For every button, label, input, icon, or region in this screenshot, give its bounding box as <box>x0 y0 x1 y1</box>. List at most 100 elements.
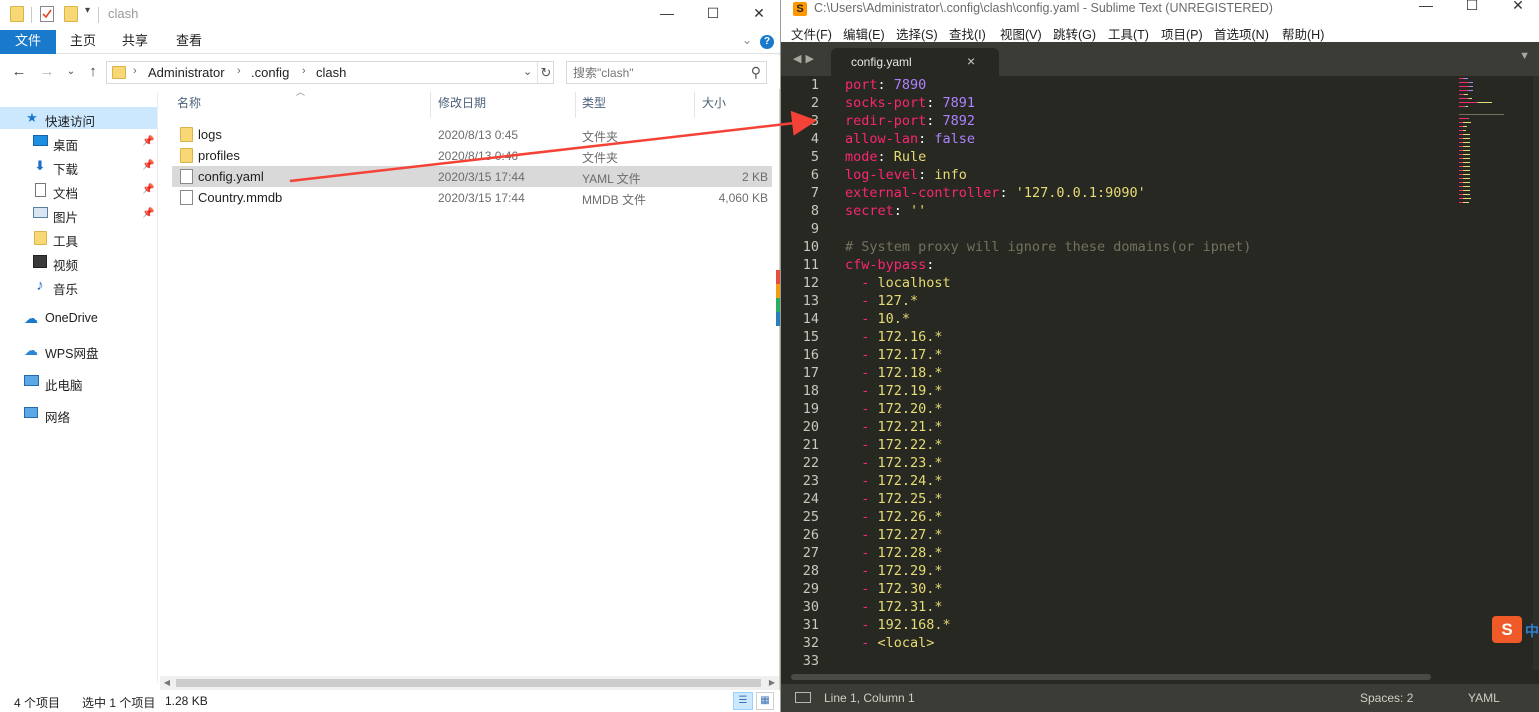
breadcrumb-config[interactable]: .config <box>251 65 289 80</box>
tab-share[interactable]: 共享 <box>108 30 162 54</box>
code-line[interactable]: - 172.23.* <box>845 455 942 471</box>
forward-icon[interactable]: → <box>38 63 56 80</box>
code-line[interactable]: allow-lan: false <box>845 131 975 147</box>
tab-scroll-icon[interactable]: ◀▶ <box>793 52 818 65</box>
column-divider[interactable] <box>694 92 695 118</box>
code-line[interactable]: - 172.16.* <box>845 329 942 345</box>
properties-icon[interactable] <box>40 6 54 22</box>
tab-view[interactable]: 查看 <box>162 30 216 54</box>
panel-toggle-icon[interactable] <box>795 692 811 703</box>
code-line[interactable]: - 172.17.* <box>845 347 942 363</box>
code-line[interactable]: port: 7890 <box>845 77 926 93</box>
pin-icon[interactable]: 📌 <box>142 160 154 171</box>
sidebar-item-desktop[interactable]: 桌面 📌 <box>0 131 157 153</box>
new-folder-icon[interactable] <box>64 6 78 22</box>
sidebar-item-music[interactable]: ♪ 音乐 <box>0 275 157 297</box>
menu-find[interactable]: 查找(I) <box>949 24 986 43</box>
code-line[interactable]: - 192.168.* <box>845 617 950 633</box>
code-line[interactable]: redir-port: 7892 <box>845 113 975 129</box>
scrollbar-thumb[interactable] <box>176 679 761 687</box>
column-divider[interactable] <box>430 92 431 118</box>
scroll-right-icon[interactable]: ▶ <box>765 676 779 690</box>
minimap[interactable] <box>1455 76 1533 216</box>
sidebar-item-pictures[interactable]: 图片 📌 <box>0 203 157 225</box>
code-line[interactable]: - 172.18.* <box>845 365 942 381</box>
scrollbar-thumb[interactable] <box>791 674 1431 680</box>
code-line[interactable]: # System proxy will ignore these domains… <box>845 239 1251 255</box>
column-header-size[interactable]: 大小 <box>702 94 726 116</box>
indentation-setting[interactable]: Spaces: 2 <box>1360 691 1413 705</box>
code-line[interactable]: cfw-bypass: <box>845 257 934 273</box>
breadcrumb-clash[interactable]: clash <box>316 65 346 80</box>
file-row[interactable]: logs 2020/8/13 0:45 文件夹 <box>172 124 772 145</box>
code-line[interactable]: - 127.* <box>845 293 918 309</box>
column-header-date[interactable]: 修改日期 <box>438 94 486 116</box>
code-line[interactable]: - 172.21.* <box>845 419 942 435</box>
customize-toolbar-icon[interactable]: ▾ <box>85 5 90 16</box>
sogou-ime-icon[interactable]: S <box>1492 616 1522 643</box>
code-line[interactable]: - 172.22.* <box>845 437 942 453</box>
sidebar-item-wps-drive[interactable]: ☁ WPS网盘 <box>0 339 157 361</box>
ime-mode-icon[interactable]: 中 <box>1525 621 1539 641</box>
menu-preferences[interactable]: 首选项(N) <box>1214 24 1269 43</box>
tab-home[interactable]: 主页 <box>56 30 110 54</box>
code-editor[interactable]: 1 2 3 4 5 6 7 8 9 10 11 12 13 14 15 16 17 18 19 20 21 22 23 24 2… <box>781 76 1539 670</box>
code-line[interactable]: - 172.26.* <box>845 509 942 525</box>
pin-icon[interactable]: 📌 <box>142 208 154 219</box>
tab-list-icon[interactable]: ▼ <box>1519 50 1530 62</box>
tab-file[interactable]: 文件 <box>0 30 56 54</box>
details-view-icon[interactable]: ☰ <box>733 692 753 710</box>
chevron-right-icon[interactable]: › <box>237 65 241 77</box>
scroll-left-icon[interactable]: ◀ <box>160 676 174 690</box>
column-header-name[interactable]: 名称 <box>177 94 201 116</box>
file-row[interactable]: profiles 2020/8/13 0:46 文件夹 <box>172 145 772 166</box>
minimize-button[interactable]: — <box>1403 0 1449 17</box>
address-bar[interactable]: › Administrator › .config › clash ⌄ ↻ <box>106 61 554 84</box>
menu-goto[interactable]: 跳转(G) <box>1053 24 1096 43</box>
back-icon[interactable]: ← <box>10 63 28 80</box>
sidebar-item-videos[interactable]: 视频 <box>0 251 157 273</box>
menu-selection[interactable]: 选择(S) <box>896 24 938 43</box>
horizontal-scrollbar[interactable] <box>781 670 1539 684</box>
menu-help[interactable]: 帮助(H) <box>1282 24 1324 43</box>
sidebar-item-tools[interactable]: 工具 <box>0 227 157 249</box>
sidebar-item-downloads[interactable]: ⬇ 下载 📌 <box>0 155 157 178</box>
code-line[interactable]: - 172.31.* <box>845 599 942 615</box>
tab-config-yaml[interactable]: config.yaml × <box>831 48 999 76</box>
code-line[interactable]: - localhost <box>845 275 950 291</box>
close-icon[interactable]: × <box>967 53 975 69</box>
code-line[interactable]: - 172.28.* <box>845 545 942 561</box>
code-line[interactable]: - 172.24.* <box>845 473 942 489</box>
chevron-down-icon[interactable]: ⌄ <box>742 33 752 47</box>
code-line[interactable]: - 172.19.* <box>845 383 942 399</box>
column-header-type[interactable]: 类型 <box>582 94 606 116</box>
menu-edit[interactable]: 编辑(E) <box>843 24 885 43</box>
maximize-button[interactable]: ☐ <box>690 0 736 28</box>
file-row[interactable]: Country.mmdb 2020/3/15 17:44 MMDB 文件 4,0… <box>172 187 772 208</box>
code-line[interactable]: - 10.* <box>845 311 910 327</box>
chevron-right-icon[interactable]: › <box>133 65 137 77</box>
sidebar-item-onedrive[interactable]: ☁ OneDrive <box>0 307 157 329</box>
up-icon[interactable]: ↑ <box>84 63 102 80</box>
code-line[interactable]: mode: Rule <box>845 149 926 165</box>
recent-locations-icon[interactable]: ⌄ <box>62 66 80 77</box>
close-button[interactable]: ✕ <box>1495 0 1539 17</box>
code-line[interactable]: - 172.27.* <box>845 527 942 543</box>
search-input[interactable] <box>567 62 737 83</box>
menu-file[interactable]: 文件(F) <box>791 24 832 43</box>
code-line[interactable]: - <local> <box>845 635 934 651</box>
sidebar-item-quick-access[interactable]: ★ 快速访问 <box>0 107 157 129</box>
menu-tools[interactable]: 工具(T) <box>1108 24 1149 43</box>
maximize-button[interactable]: ☐ <box>1449 0 1495 17</box>
sidebar-item-documents[interactable]: 文档 📌 <box>0 179 157 201</box>
minimize-button[interactable]: — <box>644 0 690 28</box>
sidebar-item-this-pc[interactable]: 此电脑 <box>0 371 157 393</box>
syntax-selector[interactable]: YAML <box>1468 691 1500 705</box>
breadcrumb-administrator[interactable]: Administrator <box>148 65 225 80</box>
code-line[interactable]: socks-port: 7891 <box>845 95 975 111</box>
pin-icon[interactable]: 📌 <box>142 136 154 147</box>
sidebar-item-network[interactable]: 网络 <box>0 403 157 425</box>
search-icon[interactable]: ⚲ <box>751 64 761 81</box>
refresh-icon[interactable]: ↻ <box>537 62 554 83</box>
chevron-down-icon[interactable]: ⌄ <box>523 65 532 78</box>
